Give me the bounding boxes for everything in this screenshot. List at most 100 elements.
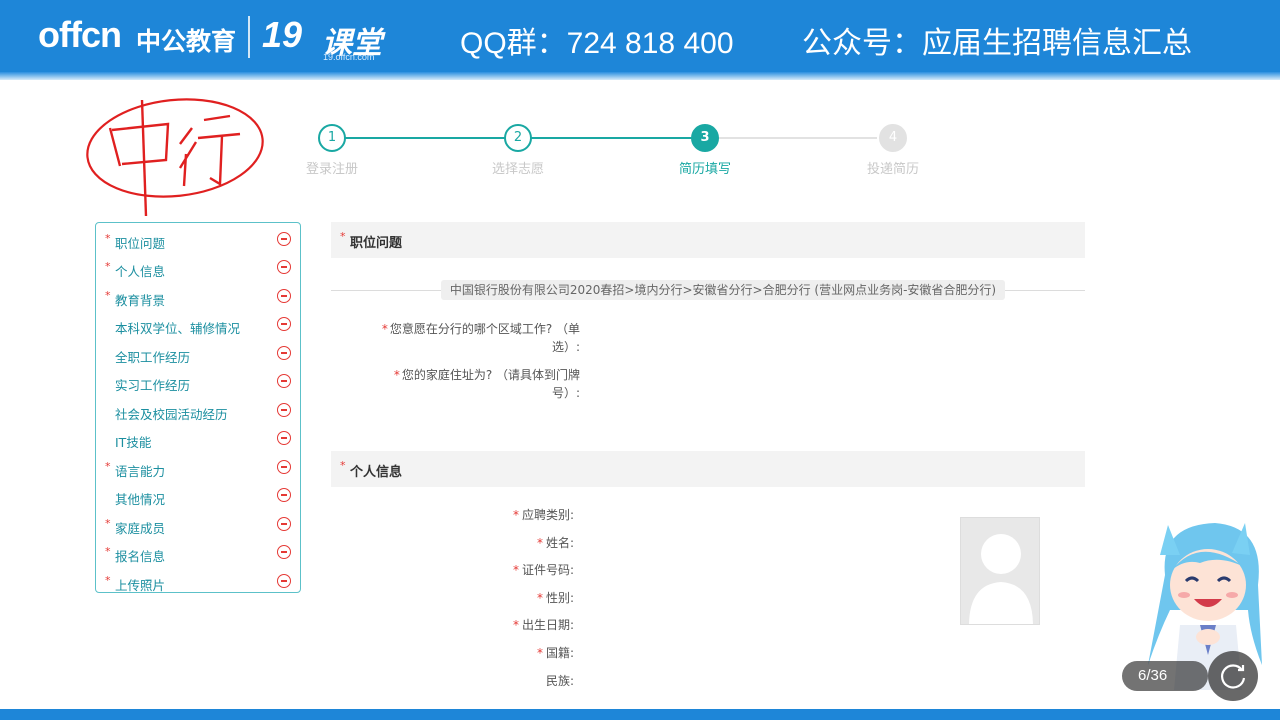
question-home-address: * 您的家庭住址为? （请具体到门牌 号）: — [360, 366, 580, 402]
required-mark: * — [105, 574, 111, 587]
step-2[interactable]: 2 选择志愿 — [458, 120, 578, 177]
sidebar-item-activities[interactable]: 社会及校园活动经历 — [96, 396, 300, 424]
minus-circle-icon[interactable] — [277, 460, 291, 474]
required-mark: * — [536, 591, 543, 605]
page: offcn 中公教育 19 课堂 19.offcn.com QQ群：724 81… — [0, 0, 1280, 720]
sidebar-item-label: 职位问题 — [115, 236, 166, 251]
sidebar-item-label: 家庭成员 — [115, 521, 166, 536]
field-label: 性别: — [545, 591, 574, 605]
step-3[interactable]: 3 简历填写 — [645, 120, 765, 177]
minus-circle-icon[interactable] — [277, 545, 291, 559]
sidebar-item-internship[interactable]: 实习工作经历 — [96, 367, 300, 395]
header-banner: offcn 中公教育 19 课堂 19.offcn.com QQ群：724 81… — [0, 0, 1280, 72]
sidebar-item-position-questions[interactable]: * 职位问题 — [96, 225, 300, 253]
required-mark: * — [105, 545, 111, 558]
job-path-divider: 中国银行股份有限公司2020春招>境内分行>安徽省分行>合肥分行 (营业网点业务… — [331, 280, 1085, 300]
bottom-bar — [0, 709, 1280, 720]
section-title: 职位问题 — [350, 236, 403, 251]
step-4-circle: 4 — [879, 124, 907, 152]
required-mark: * — [536, 536, 543, 550]
step-2-circle: 2 — [504, 124, 532, 152]
minus-circle-icon[interactable] — [277, 232, 291, 246]
refresh-button[interactable] — [1208, 651, 1258, 701]
minus-circle-icon[interactable] — [277, 374, 291, 388]
field-ethnicity: 民族: — [334, 672, 574, 689]
minus-circle-icon[interactable] — [277, 517, 291, 531]
offcn-logo-chinese: 中公教育 — [136, 27, 237, 56]
required-mark: * — [512, 563, 519, 577]
step-1-label: 登录注册 — [305, 162, 358, 177]
required-mark: * — [105, 232, 111, 245]
sidebar-item-family[interactable]: * 家庭成员 — [96, 510, 300, 538]
minus-circle-icon[interactable] — [277, 289, 291, 303]
sidebar-item-language[interactable]: * 语言能力 — [96, 453, 300, 481]
required-mark: * — [381, 322, 388, 336]
required-mark: * — [512, 618, 519, 632]
required-mark: * — [512, 508, 519, 522]
step-4[interactable]: 4 投递简历 — [833, 120, 953, 177]
field-label: 民族: — [545, 674, 574, 688]
logo-subtitle: 19.offcn.com — [323, 52, 375, 62]
required-mark: * — [105, 517, 111, 530]
section-header-position: * 职位问题 — [331, 222, 1085, 258]
sidebar-item-label: 个人信息 — [115, 264, 166, 279]
step-3-label: 简历填写 — [678, 162, 731, 177]
step-4-label: 投递简历 — [866, 162, 919, 177]
header-divider — [0, 72, 1280, 80]
sidebar-item-label: 实习工作经历 — [115, 378, 191, 393]
sidebar-item-education[interactable]: * 教育背景 — [96, 282, 300, 310]
sidebar-item-upload-photo[interactable]: * 上传照片 — [96, 567, 300, 595]
field-id-number: * 证件号码: — [334, 561, 574, 578]
field-label: 出生日期: — [521, 618, 574, 632]
sidebar-item-fulltime-work[interactable]: 全职工作经历 — [96, 339, 300, 367]
sidebar-item-label: 全职工作经历 — [115, 350, 191, 365]
question-text-cont: 号）: — [551, 386, 580, 400]
field-label: 姓名: — [545, 536, 574, 550]
field-name: * 姓名: — [334, 534, 574, 551]
refresh-icon — [1221, 664, 1246, 689]
minus-circle-icon[interactable] — [277, 403, 291, 417]
question-text: 您意愿在分行的哪个区域工作? （单 — [389, 322, 580, 336]
sidebar-item-personal-info[interactable]: * 个人信息 — [96, 253, 300, 281]
job-path-text: 中国银行股份有限公司2020春招>境内分行>安徽省分行>合肥分行 (营业网点业务… — [441, 280, 1005, 300]
minus-circle-icon[interactable] — [277, 346, 291, 360]
avatar-silhouette — [969, 534, 1033, 624]
required-mark: * — [340, 459, 346, 472]
required-mark: * — [105, 260, 111, 273]
question-work-region: * 您意愿在分行的哪个区域工作? （单 选）: — [360, 320, 580, 356]
minus-circle-icon[interactable] — [277, 574, 291, 588]
minus-circle-icon[interactable] — [277, 317, 291, 331]
sidebar-item-application-info[interactable]: * 报名信息 — [96, 538, 300, 566]
qq-group-text: QQ群：724 818 400 — [460, 27, 734, 60]
step-3-circle: 3 — [691, 124, 719, 152]
required-mark: * — [340, 230, 346, 243]
sidebar-item-other[interactable]: 其他情况 — [96, 481, 300, 509]
minus-circle-icon[interactable] — [277, 260, 291, 274]
wechat-account-text: 公众号：应届生招聘信息汇总 — [802, 26, 1192, 61]
handwritten-annotation — [86, 98, 264, 217]
slide-pager: 6/36 — [1122, 661, 1208, 691]
section-title: 个人信息 — [350, 465, 403, 480]
sidebar-item-label: 教育背景 — [115, 293, 166, 308]
step-1[interactable]: 1 登录注册 — [272, 120, 392, 177]
field-gender: * 性别: — [334, 589, 574, 606]
field-application-category: * 应聘类别: — [334, 506, 574, 523]
required-mark: * — [536, 646, 543, 660]
step-1-circle: 1 — [318, 124, 346, 152]
step-2-label: 选择志愿 — [491, 162, 544, 177]
minus-circle-icon[interactable] — [277, 488, 291, 502]
field-nationality: * 国籍: — [334, 644, 574, 661]
field-label: 国籍: — [545, 646, 574, 660]
field-birth-date: * 出生日期: — [334, 616, 574, 633]
section-header-personal: * 个人信息 — [331, 451, 1085, 487]
question-text: 您的家庭住址为? （请具体到门牌 — [401, 368, 580, 382]
avatar-placeholder-icon[interactable] — [960, 517, 1040, 625]
sidebar-item-double-degree[interactable]: 本科双学位、辅修情况 — [96, 310, 300, 338]
required-mark: * — [105, 460, 111, 473]
minus-circle-icon[interactable] — [277, 431, 291, 445]
sidebar-item-label: 报名信息 — [115, 549, 166, 564]
offcn-logo: offcn — [38, 14, 122, 55]
sidebar-item-label: IT技能 — [115, 435, 152, 450]
sidebar-item-label: 上传照片 — [115, 578, 166, 593]
sidebar-item-it-skills[interactable]: IT技能 — [96, 424, 300, 452]
